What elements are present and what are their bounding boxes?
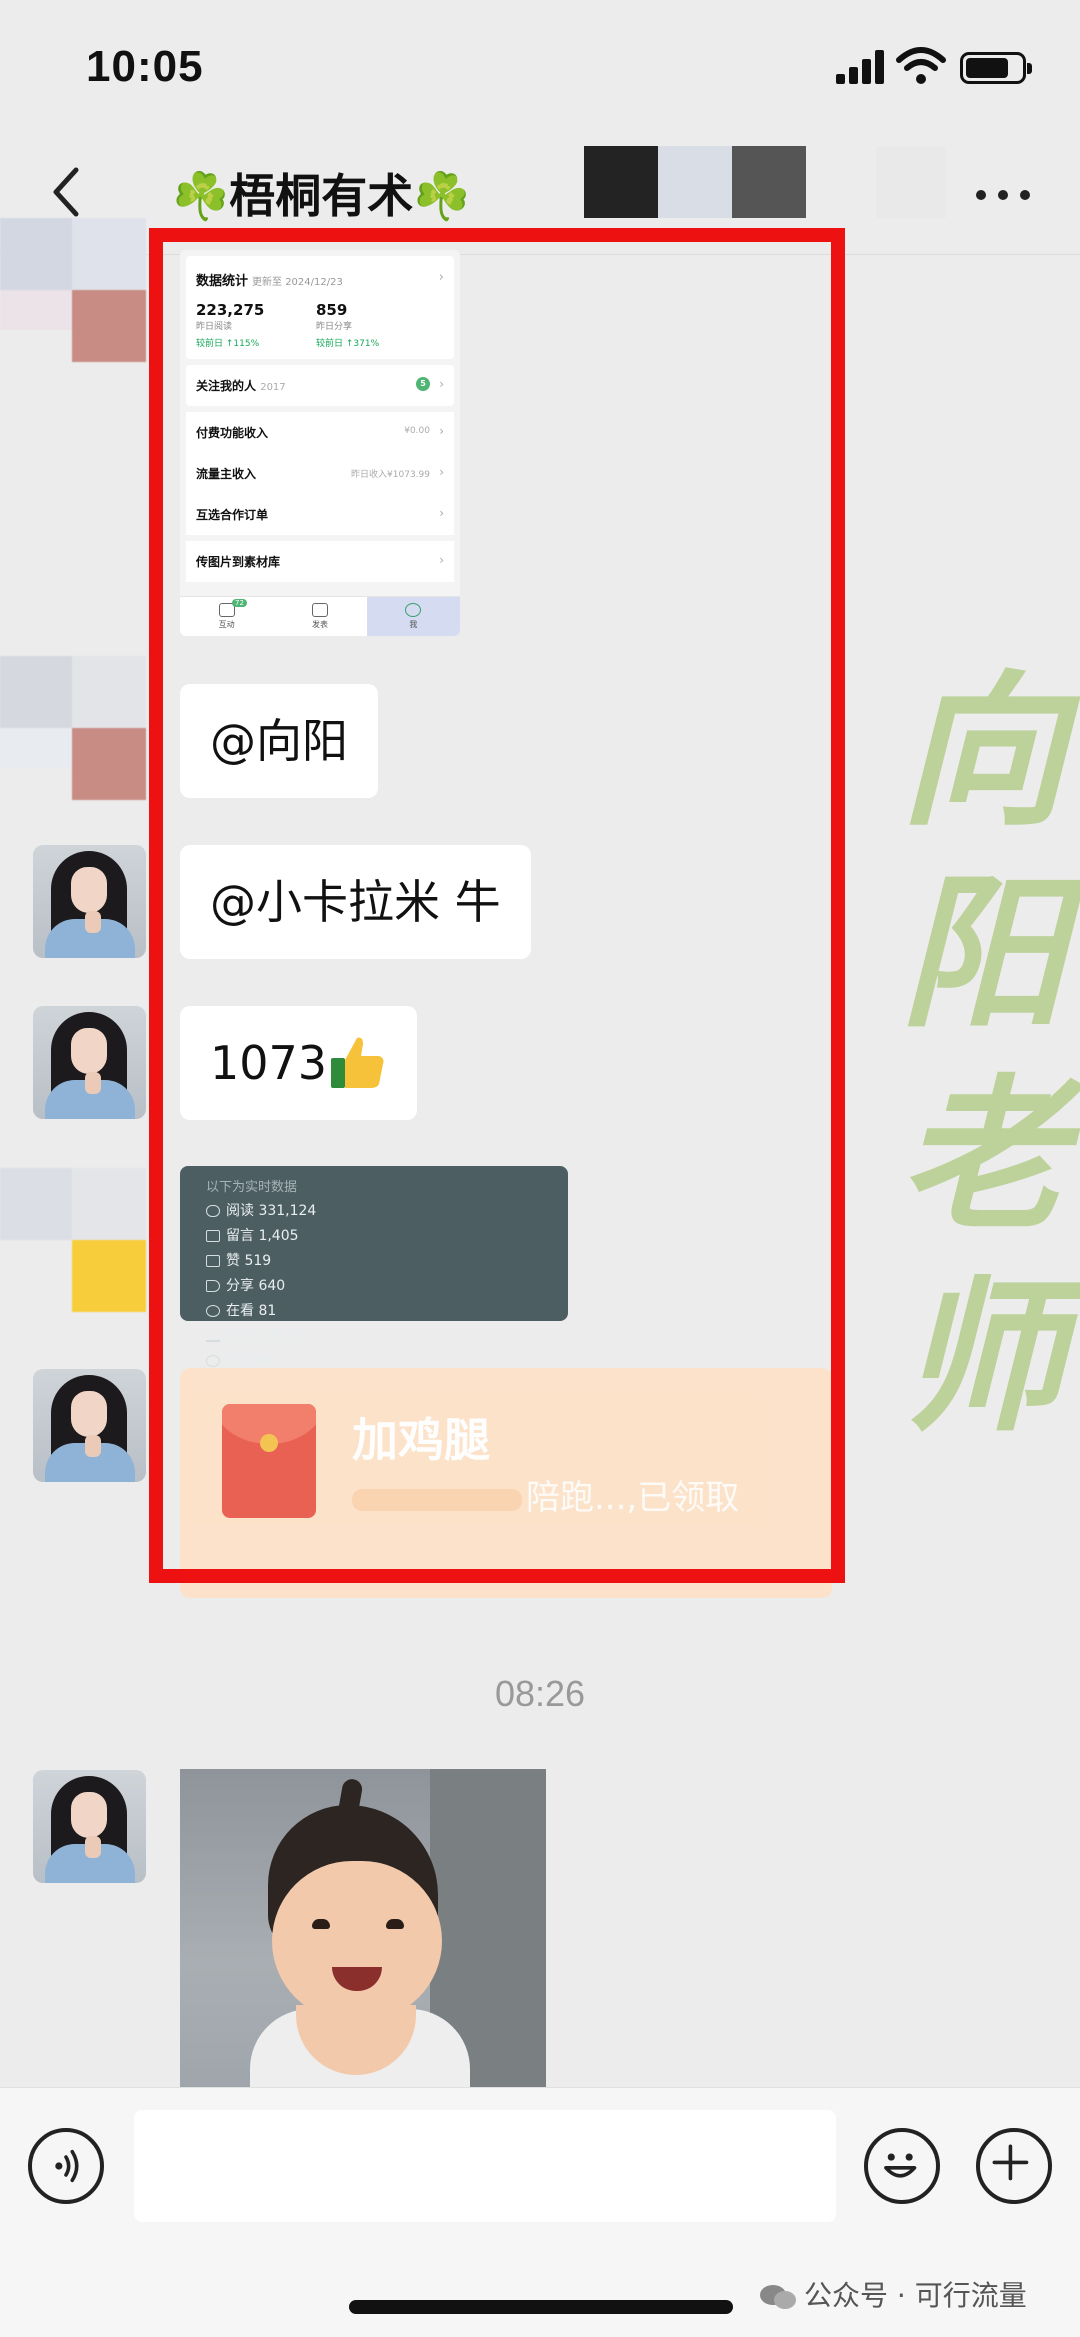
red-envelope-icon	[222, 1404, 316, 1518]
stats-title: 数据统计 更新至 2024/12/23 ›	[196, 270, 444, 289]
eye-icon	[206, 1205, 220, 1217]
viewing-stat: 在看 81	[206, 1299, 386, 1324]
followers-row: 关注我的人 2017 5 ›	[186, 365, 454, 406]
shares-value: 859	[316, 301, 348, 319]
avatar[interactable]	[33, 845, 146, 958]
battery-icon	[960, 52, 1032, 84]
wechat-logo-icon	[760, 2285, 796, 2309]
message-bubble[interactable]: 1073	[180, 1006, 418, 1120]
realtime-data-message[interactable]: 以下为实时数据 阅读 331,124 留言 1,405 赞 519 分享 640…	[180, 1166, 568, 1369]
thumbs-up-icon	[331, 1037, 384, 1088]
document-icon	[311, 603, 328, 617]
message-text: 1073	[210, 1036, 328, 1090]
mosaic-redaction	[584, 146, 806, 218]
clover-icon: ☘️	[172, 169, 230, 223]
status-bar: 10:05	[0, 0, 1080, 140]
red-packet-title: 加鸡腿	[352, 1413, 490, 1467]
redacted-avatar[interactable]	[0, 656, 146, 800]
share-icon	[206, 1280, 220, 1292]
message-input[interactable]	[134, 2110, 836, 2222]
person-icon	[405, 603, 422, 617]
tab-me: 我	[366, 597, 460, 636]
tab-interact: 72 互动	[180, 597, 273, 636]
chat-header: ☘️梧桐有术☘️	[0, 140, 1080, 255]
photo-message[interactable]	[180, 1769, 546, 2089]
source-watermark: 公众号 · 可行流量	[758, 2274, 1027, 2314]
likes-stat: 赞 519	[206, 1249, 386, 1274]
chat-title-text: 梧桐有术	[229, 169, 414, 223]
avatar[interactable]	[33, 1770, 146, 1883]
reads-stat: 阅读 331,124	[206, 1199, 386, 1224]
mosaic-redaction	[876, 146, 946, 218]
reads-value: 223,275	[196, 301, 265, 319]
underline-stat: 划线人数 10	[206, 1324, 386, 1349]
cellular-signal-icon	[836, 50, 884, 84]
plus-button[interactable]	[976, 2128, 1052, 2204]
underline-icon	[206, 1330, 220, 1342]
chat-title: ☘️梧桐有术☘️	[172, 160, 471, 226]
home-indicator[interactable]	[349, 2300, 733, 2314]
comments-stat: 留言 1,405	[206, 1224, 386, 1249]
ad-income-row: 流量主收入 昨日收入¥1073.99 ›	[186, 453, 454, 494]
upload-row: 传图片到素材库 ›	[186, 541, 454, 582]
realtime-header: 以下为实时数据	[206, 1180, 298, 1195]
comment-icon	[206, 1230, 220, 1242]
emoji-button[interactable]	[864, 2128, 940, 2204]
like-icon	[206, 1255, 220, 1267]
red-packet-message[interactable]: 加鸡腿 陪跑...,已领取	[180, 1368, 832, 1598]
avatar[interactable]	[33, 1369, 146, 1482]
wifi-icon	[896, 47, 946, 84]
shares-stat: 分享 640	[206, 1274, 386, 1299]
red-packet-status: 陪跑...,已领取	[352, 1470, 739, 1519]
tip-icon	[206, 1355, 220, 1367]
stats-screenshot-message[interactable]: 数据统计 更新至 2024/12/23 › 223,275 昨日阅读 较前日 ↑115%…	[180, 250, 460, 636]
message-bubble[interactable]: @向阳	[180, 684, 378, 798]
status-time: 10:05	[86, 42, 204, 91]
stats-tab-bar: 72 互动 发表 我	[180, 596, 460, 636]
calligraphy-watermark: 向阳老师	[900, 654, 1065, 1454]
avatar[interactable]	[33, 1006, 146, 1119]
clover-icon: ☘️	[413, 169, 471, 223]
tab-publish: 发表	[273, 597, 366, 636]
paid-income-row: 付费功能收入 ¥0.00 ›	[186, 412, 454, 453]
voice-button[interactable]	[28, 2128, 104, 2204]
viewing-icon	[206, 1305, 220, 1317]
back-button[interactable]	[40, 162, 100, 222]
more-options-button[interactable]	[970, 180, 1040, 210]
redacted-avatar[interactable]	[0, 218, 146, 362]
message-timestamp: 08:26	[494, 1673, 586, 1714]
orders-row: 互选合作订单 ›	[186, 494, 454, 535]
redacted-avatar[interactable]	[0, 1168, 146, 1312]
message-bubble[interactable]: @小卡拉米 牛	[180, 845, 531, 959]
